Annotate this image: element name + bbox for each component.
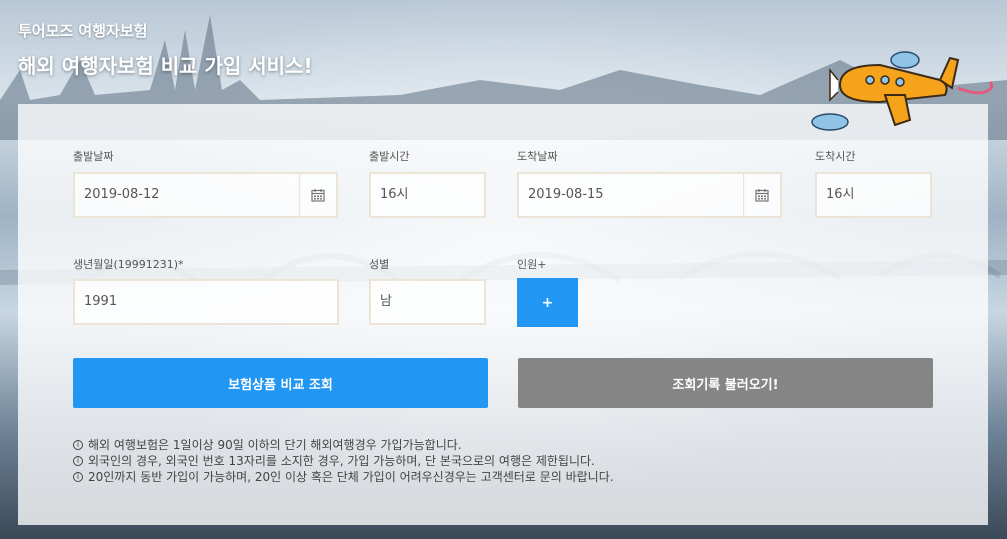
add-person-button[interactable]: + (517, 278, 578, 327)
notice-item: i 해외 여행보험은 1일이상 90일 이하의 단기 해외여행경우 가입가능합니… (73, 437, 614, 453)
load-history-button[interactable]: 조회기록 불러오기! (518, 358, 933, 408)
gender-label: 성별 (369, 258, 390, 271)
arrival-date-input[interactable]: 2019-08-15 (517, 172, 745, 218)
notice-list: i 해외 여행보험은 1일이상 90일 이하의 단기 해외여행경우 가입가능합니… (73, 437, 614, 485)
arrival-time-select[interactable]: 16시 (815, 172, 932, 218)
birthdate-label: 생년월일(19991231)* (73, 258, 184, 271)
departure-time-label: 출발시간 (369, 150, 410, 163)
compare-insurance-button[interactable]: 보험상품 비교 조회 (73, 358, 488, 408)
people-label: 인원+ (517, 258, 547, 271)
departure-date-label: 출발날짜 (73, 150, 114, 163)
info-icon: i (73, 440, 83, 450)
page-headline: 해외 여행자보험 비교 가입 서비스! (18, 54, 313, 78)
airplane-illustration (811, 51, 994, 131)
calendar-icon (755, 189, 769, 202)
info-icon: i (73, 456, 83, 466)
brand-title: 투어모즈 여행자보험 (18, 22, 148, 40)
info-icon: i (73, 472, 83, 482)
notice-item: i 20인까지 동반 가입이 가능하며, 20인 이상 혹은 단체 가입이 어려… (73, 469, 614, 485)
departure-time-select[interactable]: 16시 (369, 172, 486, 218)
departure-calendar-button[interactable] (300, 172, 338, 218)
calendar-icon (311, 189, 325, 202)
birthdate-input[interactable]: 1991 (73, 279, 339, 325)
notice-item: i 외국인의 경우, 외국인 번호 13자리를 소지한 경우, 가입 가능하며,… (73, 453, 614, 469)
arrival-time-label: 도착시간 (815, 150, 856, 163)
arrival-date-label: 도착날짜 (517, 150, 558, 163)
gender-select[interactable]: 남 (369, 279, 486, 325)
departure-date-input[interactable]: 2019-08-12 (73, 172, 301, 218)
arrival-calendar-button[interactable] (744, 172, 782, 218)
